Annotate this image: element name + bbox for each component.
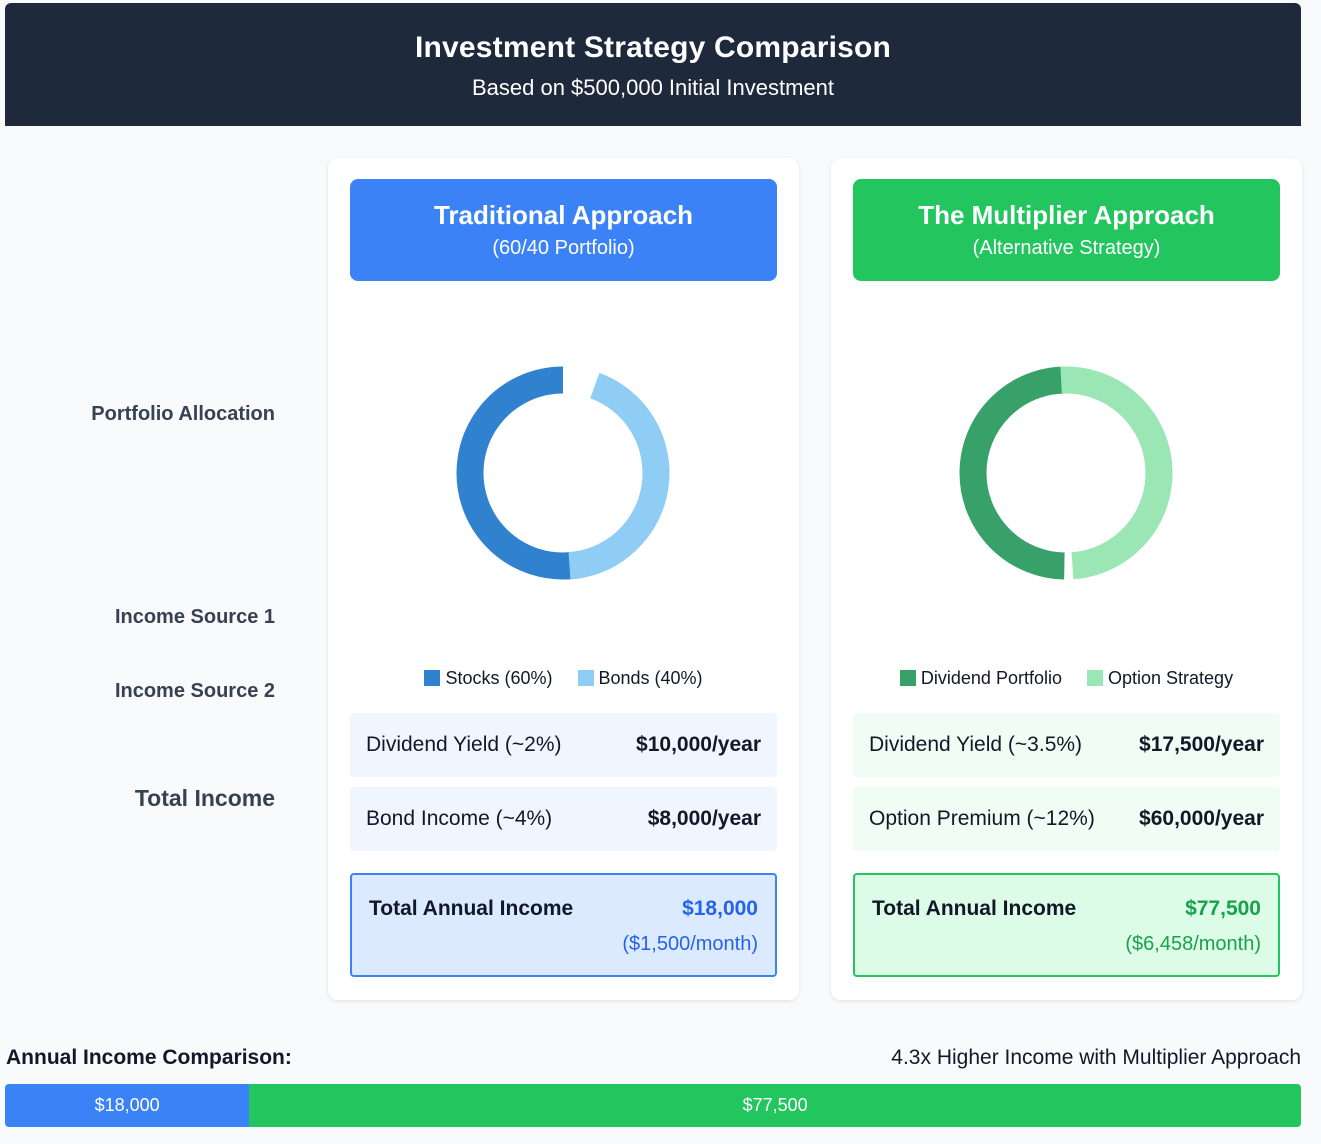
- legend-item-dividend-portfolio: Dividend Portfolio: [899, 668, 1062, 689]
- row-label-income1: Income Source 1: [114, 606, 275, 628]
- comparison-bar-multiplier: $77,500: [249, 1084, 1301, 1127]
- legend-item-bonds: Bonds (40%): [577, 668, 703, 689]
- total-label: Total Annual Income: [369, 897, 574, 920]
- multiplier-subtitle: (Alternative Strategy): [972, 237, 1161, 259]
- total-value: $77,500: [1185, 897, 1261, 920]
- traditional-total: Total Annual Income $18,000 ($1,500/mont…: [350, 873, 777, 977]
- donut-segment-bonds: [568, 372, 670, 580]
- legend-swatch-dividend: [899, 670, 916, 686]
- total-value: $18,000: [682, 897, 758, 920]
- traditional-subtitle: (60/40 Portfolio): [492, 237, 635, 259]
- multiplier-title: The Multiplier Approach: [918, 200, 1215, 230]
- multiplier-total: Total Annual Income $77,500 ($6,458/mont…: [853, 873, 1280, 977]
- traditional-income-1: Dividend Yield (~2%) $10,000/year: [350, 713, 777, 777]
- comparison-label: Annual Income Comparison:: [6, 1046, 292, 1069]
- income-value: $60,000/year: [1139, 807, 1264, 830]
- multiplier-legend: Dividend Portfolio Option Strategy: [831, 668, 1302, 689]
- multiplier-allocation-donut: [959, 366, 1173, 580]
- income-value: $17,500/year: [1139, 733, 1264, 756]
- income-label: Bond Income (~4%): [366, 807, 553, 830]
- income-comparison-bar: $18,000 $77,500: [5, 1084, 1301, 1127]
- legend-item-stocks: Stocks (60%): [424, 668, 552, 689]
- page-title: Investment Strategy Comparison: [414, 31, 892, 64]
- traditional-income-2: Bond Income (~4%) $8,000/year: [350, 787, 777, 851]
- legend-label-option: Option Strategy: [1108, 668, 1234, 688]
- comparison-note: 4.3x Higher Income with Multiplier Appro…: [891, 1046, 1301, 1069]
- traditional-card: Traditional Approach (60/40 Portfolio) S…: [328, 158, 799, 1000]
- multiplier-income-1: Dividend Yield (~3.5%) $17,500/year: [853, 713, 1280, 777]
- multiplier-income-2: Option Premium (~12%) $60,000/year: [853, 787, 1280, 851]
- legend-swatch-stocks: [424, 670, 441, 686]
- row-label-allocation: Portfolio Allocation: [91, 403, 275, 425]
- income-label: Dividend Yield (~3.5%): [869, 733, 1083, 756]
- legend-swatch-option: [1087, 670, 1103, 686]
- legend-label-stocks: Stocks (60%): [445, 668, 553, 688]
- total-label: Total Annual Income: [872, 897, 1077, 920]
- legend-label-bonds: Bonds (40%): [598, 668, 703, 688]
- donut-segment-option-strategy: [1060, 366, 1173, 580]
- multiplier-header: The Multiplier Approach (Alternative Str…: [853, 179, 1280, 281]
- legend-label-dividend: Dividend Portfolio: [920, 668, 1062, 688]
- income-label: Option Premium (~12%): [869, 807, 1095, 830]
- traditional-title: Traditional Approach: [433, 200, 694, 230]
- income-value: $10,000/year: [636, 733, 761, 756]
- page-subtitle: Based on $500,000 Initial Investment: [471, 75, 835, 100]
- legend-swatch-bonds: [577, 670, 594, 686]
- total-monthly: ($1,500/month): [622, 933, 758, 955]
- row-label-income2: Income Source 2: [114, 680, 275, 702]
- multiplier-card: The Multiplier Approach (Alternative Str…: [831, 158, 1302, 1000]
- donut-segment-dividend-portfolio: [959, 366, 1067, 580]
- traditional-allocation-donut: [456, 366, 670, 580]
- total-monthly: ($6,458/month): [1125, 933, 1261, 955]
- donut-segment-stocks: [456, 366, 626, 580]
- traditional-header: Traditional Approach (60/40 Portfolio): [350, 179, 777, 281]
- income-value: $8,000/year: [647, 807, 761, 830]
- page-header: Investment Strategy Comparison Based on …: [5, 3, 1301, 126]
- comparison-bar-traditional: $18,000: [5, 1084, 250, 1127]
- income-label: Dividend Yield (~2%): [366, 733, 562, 756]
- legend-item-option-strategy: Option Strategy: [1087, 668, 1233, 689]
- traditional-legend: Stocks (60%) Bonds (40%): [328, 668, 799, 689]
- row-label-total: Total Income: [134, 785, 275, 811]
